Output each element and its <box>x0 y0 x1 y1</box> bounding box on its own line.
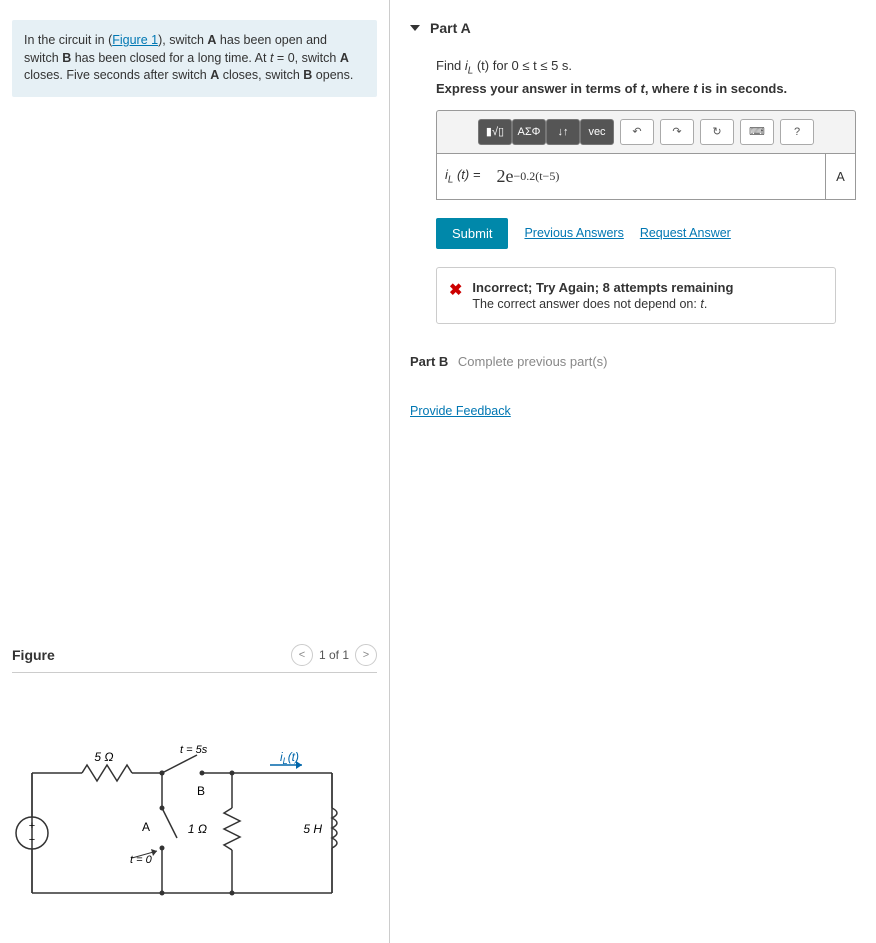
figure-section: Figure < 1 of 1 > 5 Ω <box>12 644 377 923</box>
part-a-header[interactable]: Part A <box>410 12 866 44</box>
answer-base: 2e <box>496 166 513 187</box>
templates-button[interactable]: ▮√▯ <box>478 119 512 145</box>
switch-a-label: A <box>142 820 150 834</box>
feedback-box: ✖ Incorrect; Try Again; 8 attempts remai… <box>436 267 836 324</box>
keyboard-button[interactable]: ⌨ <box>740 119 774 145</box>
previous-answers-link[interactable]: Previous Answers <box>524 226 623 240</box>
incorrect-icon: ✖ <box>449 280 462 300</box>
inductor-label: 5 H <box>303 822 322 836</box>
r1-label: 5 Ω <box>94 750 113 764</box>
equation-toolbar: ▮√▯ ΑΣΦ ↓↑ vec ↶ ↷ ↻ ⌨ ? <box>436 110 856 154</box>
circuit-figure: 5 Ω t = 5s B iL(t) + <box>12 713 352 923</box>
part-b-label: Part B <box>410 354 448 369</box>
figure-next-button[interactable]: > <box>355 644 377 666</box>
problem-text: = 0, switch <box>273 51 339 65</box>
greek-button[interactable]: ΑΣΦ <box>512 119 546 145</box>
prompt-text: Find <box>436 58 465 73</box>
r2-label: 1 Ω <box>188 822 207 836</box>
submit-row: Submit Previous Answers Request Answer <box>436 218 866 249</box>
answer-exp: −0.2(t−5) <box>513 169 559 184</box>
feedback-sub: The correct answer does not depend on: t… <box>472 297 733 311</box>
prompt-instruction: Express your answer in terms of t, where… <box>436 81 866 96</box>
instruction-text: Express your answer in terms of t, where… <box>436 81 787 96</box>
submit-button[interactable]: Submit <box>436 218 508 249</box>
answer-prefix: iL (t) = <box>436 154 488 200</box>
answer-input[interactable]: 2e−0.2(t−5) <box>488 154 826 200</box>
svg-text:+: + <box>29 820 35 832</box>
problem-text: closes, switch <box>219 68 303 82</box>
units: A <box>826 154 856 200</box>
figure-pager-text: 1 of 1 <box>319 648 349 662</box>
right-column: Part A Find iL (t) for 0 ≤ t ≤ 5 s. Expr… <box>390 0 876 943</box>
switch-label: A <box>340 51 349 65</box>
problem-statement: In the circuit in (Figure 1), switch A h… <box>12 20 377 97</box>
figure-title: Figure <box>12 647 55 663</box>
switch-label: B <box>62 51 71 65</box>
subscript-button[interactable]: ↓↑ <box>546 119 580 145</box>
switch-label: B <box>303 68 312 82</box>
figure-prev-button[interactable]: < <box>291 644 313 666</box>
provide-feedback-link[interactable]: Provide Feedback <box>410 404 511 418</box>
undo-button[interactable]: ↶ <box>620 119 654 145</box>
part-b-text: Complete previous part(s) <box>458 354 608 369</box>
figure-link[interactable]: Figure 1 <box>112 33 158 47</box>
part-a-title: Part A <box>430 20 471 36</box>
prompt-text: (t) for 0 ≤ t ≤ 5 s. <box>473 58 572 73</box>
feedback-title: Incorrect; Try Again; 8 attempts remaini… <box>472 280 733 295</box>
prompt-var: iL <box>465 58 473 73</box>
figure-pager: < 1 of 1 > <box>291 644 377 666</box>
answer-row: iL (t) = 2e−0.2(t−5) A <box>436 154 856 200</box>
problem-text: has been closed for a long time. At <box>71 51 270 65</box>
problem-text: In the circuit in ( <box>24 33 112 47</box>
reset-button[interactable]: ↻ <box>700 119 734 145</box>
t5-label: t = 5s <box>180 744 208 756</box>
redo-button[interactable]: ↷ <box>660 119 694 145</box>
switch-b-label: B <box>197 784 205 798</box>
svg-text:−: − <box>29 834 35 846</box>
problem-text: opens. <box>312 68 353 82</box>
vec-button[interactable]: vec <box>580 119 614 145</box>
problem-text: ), switch <box>158 33 207 47</box>
switch-label: A <box>210 68 219 82</box>
prompt: Find iL (t) for 0 ≤ t ≤ 5 s. <box>436 58 866 77</box>
help-button[interactable]: ? <box>780 119 814 145</box>
caret-down-icon <box>410 25 420 31</box>
request-answer-link[interactable]: Request Answer <box>640 226 731 240</box>
left-column: In the circuit in (Figure 1), switch A h… <box>0 0 390 943</box>
problem-text: closes. Five seconds after switch <box>24 68 210 82</box>
part-b-row: Part B Complete previous part(s) <box>410 354 866 369</box>
